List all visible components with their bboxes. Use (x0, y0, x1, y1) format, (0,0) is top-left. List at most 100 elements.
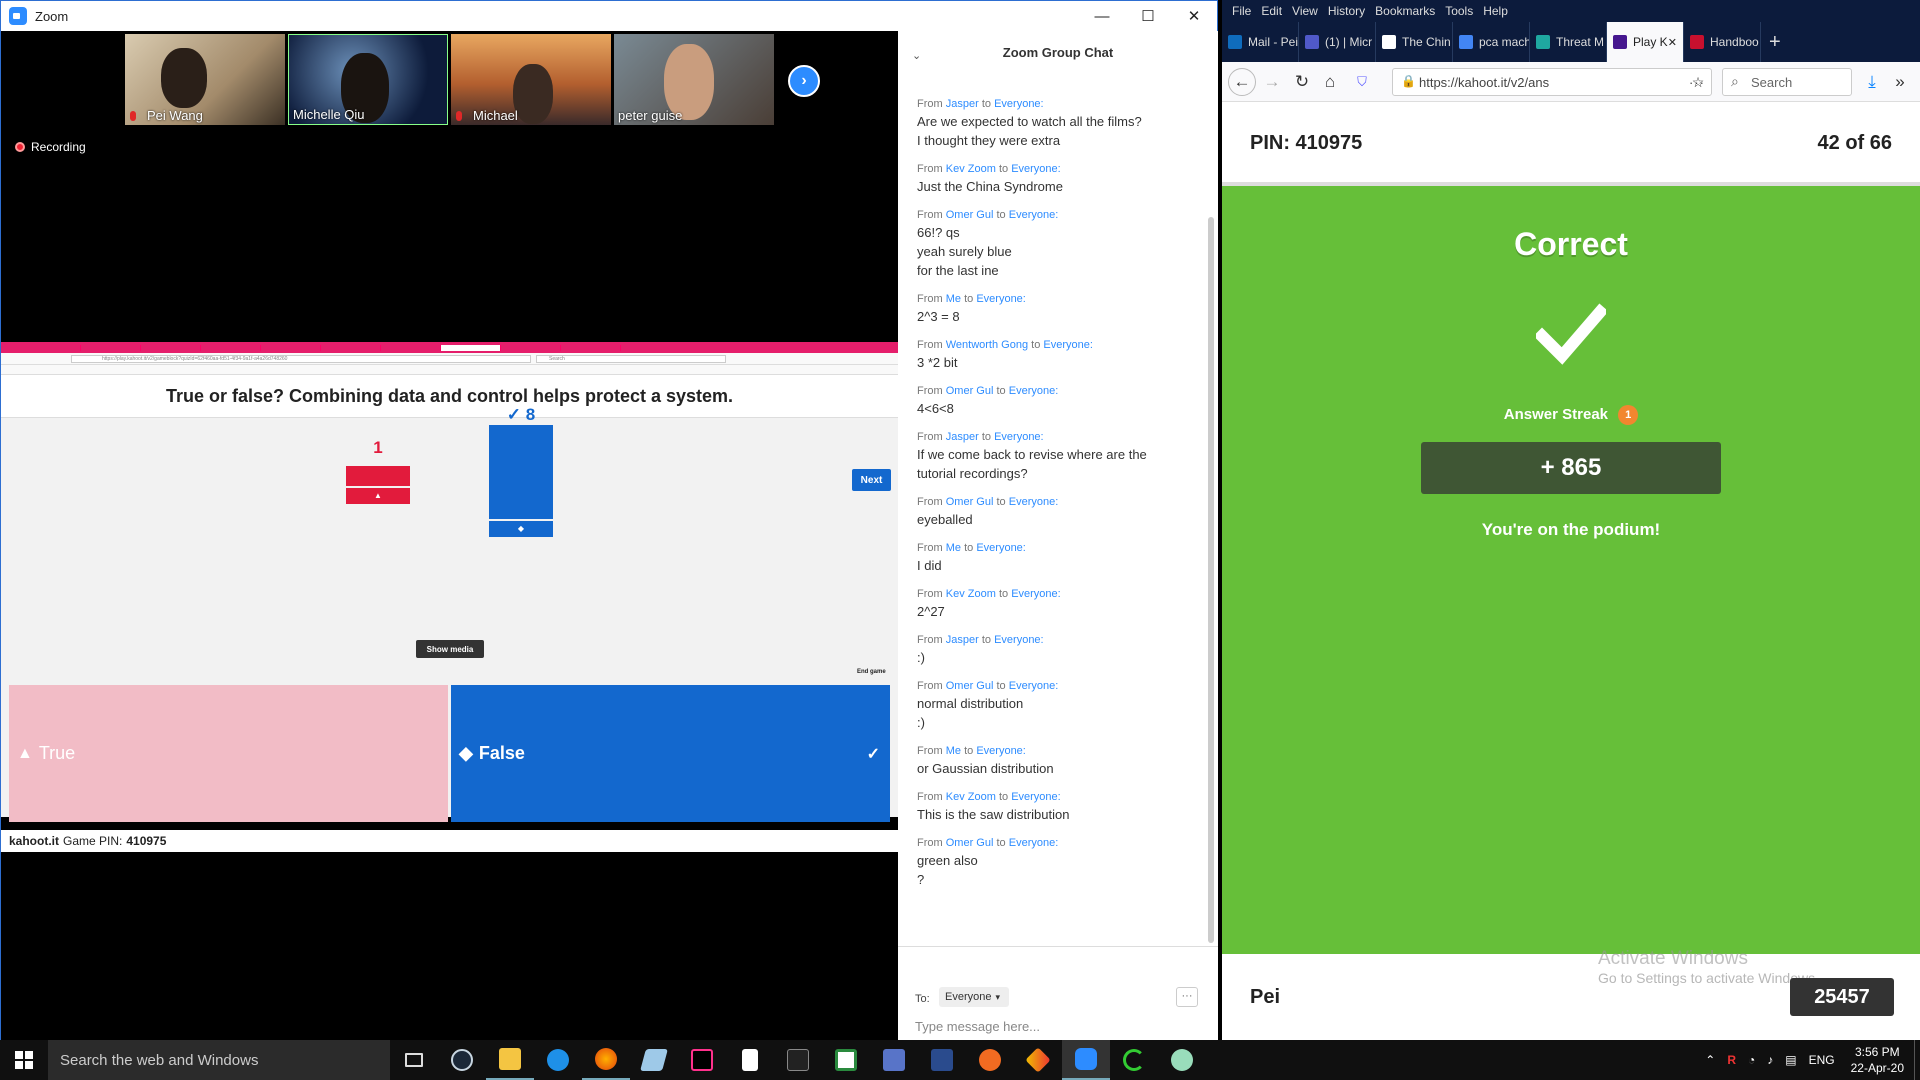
language-indicator[interactable]: ENG (1809, 1053, 1835, 1067)
document-icon[interactable] (726, 1040, 774, 1080)
orange-app-icon[interactable] (966, 1040, 1014, 1080)
menu-item-help[interactable]: Help (1483, 4, 1508, 18)
browser-tab[interactable]: The Chin (1376, 22, 1453, 62)
chat-header: Zoom Group Chat (1002, 45, 1114, 60)
show-desktop-button[interactable] (1914, 1040, 1920, 1080)
tab-label: Mail - Pei (1248, 35, 1299, 49)
spreadsheet-icon[interactable] (822, 1040, 870, 1080)
from-label: From (917, 496, 943, 508)
answer-true: ▲ True (9, 685, 448, 822)
chat-message: From Omer Gul to Everyone: normal distrib… (917, 679, 1187, 732)
url-bar[interactable]: 🔒 https://kahoot.it/v2/ans ··· (1392, 68, 1712, 96)
show-hidden-icons[interactable]: ⌃ (1705, 1053, 1715, 1067)
podium-message: You're on the podium! (1481, 520, 1661, 539)
steam-icon[interactable] (438, 1040, 486, 1080)
loading-app-icon[interactable] (1110, 1040, 1158, 1080)
chat-scrollbar[interactable] (1208, 217, 1214, 943)
shared-tab-strip: ​ ​ ​ ​ ​ ​ ​ ​ ​ ​ (1, 342, 898, 353)
notifications-icon[interactable]: ▤ (1785, 1053, 1796, 1067)
browser-tab[interactable]: Play K ✕ (1607, 22, 1684, 62)
browser-tab[interactable]: (1) | Micr (1299, 22, 1376, 62)
video-area: Pei Wang Michelle Qiu Michael peter guis… (1, 31, 898, 1041)
file-explorer-icon[interactable] (486, 1040, 534, 1080)
menu-item-view[interactable]: View (1292, 4, 1318, 18)
settings-app-icon[interactable] (1158, 1040, 1206, 1080)
participant-video[interactable]: peter guise (614, 34, 774, 125)
zoom-taskbar-icon[interactable] (1062, 1040, 1110, 1080)
search-box[interactable]: ⌕ Search (1722, 68, 1852, 96)
participant-name: Michelle Qiu (293, 107, 365, 122)
recipient-name: Everyone: (1011, 588, 1061, 600)
home-icon[interactable]: ⌂ (1316, 68, 1344, 96)
menu-item-edit[interactable]: Edit (1261, 4, 1282, 18)
sender-name: Me (945, 542, 962, 554)
reload-button[interactable]: ↻ (1288, 68, 1316, 96)
chat-message: From Omer Gul to Everyone: green also? (917, 836, 1187, 889)
participant-video[interactable]: Pei Wang (125, 34, 285, 125)
windows-logo-icon (15, 1051, 33, 1069)
tab-favicon-icon (1228, 35, 1242, 49)
volume-icon[interactable]: ♪ (1767, 1053, 1773, 1067)
download-icon[interactable]: ⤓ (1858, 68, 1886, 96)
false-results-bar: ✓ 8 ◆ (489, 405, 553, 537)
chat-message-meta: From Jasper to Everyone: (917, 633, 1187, 648)
menu-item-file[interactable]: File (1232, 4, 1251, 18)
message-input[interactable]: Type message here... (915, 1019, 1040, 1034)
git-icon[interactable] (1014, 1040, 1062, 1080)
zoom-logo-icon (9, 7, 27, 25)
app-icon[interactable] (630, 1040, 678, 1080)
sender-name: Omer Gul (945, 209, 994, 221)
overflow-icon[interactable]: » (1886, 68, 1914, 96)
menu-item-tools[interactable]: Tools (1445, 4, 1473, 18)
new-tab-button[interactable]: + (1769, 31, 1781, 54)
recipient-select[interactable]: Everyone ▾ (939, 987, 1009, 1007)
jetbrains-icon[interactable] (678, 1040, 726, 1080)
participant-video[interactable]: Michelle Qiu (288, 34, 448, 125)
network-app-icon[interactable] (870, 1040, 918, 1080)
recipient-name: Everyone: (1008, 837, 1059, 849)
editor-icon[interactable] (918, 1040, 966, 1080)
recipient-name: Everyone: (1011, 791, 1061, 803)
star-icon[interactable]: ☆ (1684, 68, 1712, 96)
shield-icon[interactable]: ⛉ (1348, 68, 1376, 96)
close-button[interactable]: ✕ (1171, 1, 1217, 31)
false-count: ✓ 8 (506, 405, 536, 424)
windows-start-button[interactable] (0, 1040, 48, 1080)
chat-message-meta: From Kev Zoom to Everyone: (917, 790, 1187, 805)
forward-button[interactable]: → (1258, 68, 1286, 96)
taskbar-search[interactable]: Search the web and Windows (48, 1040, 390, 1080)
browser-tab[interactable]: Mail - Pei (1222, 22, 1299, 62)
tray-app-icon[interactable]: R (1727, 1053, 1736, 1067)
shared-tab: ​ (561, 344, 621, 351)
participant-video[interactable]: Michael (451, 34, 611, 125)
chat-message-text: Are we expected to watch all the films? (917, 114, 1142, 129)
next-participants-button[interactable]: › (788, 65, 820, 97)
shared-bookmarks-bar (1, 365, 898, 375)
task-view-icon[interactable] (390, 1040, 438, 1080)
wifi-icon[interactable]: ◔ (1748, 1053, 1755, 1067)
browser-tab[interactable]: Handboo (1684, 22, 1761, 62)
close-tab-icon[interactable]: ✕ (1668, 36, 1677, 49)
chat-message-text: or Gaussian distribution (917, 761, 1054, 776)
back-button[interactable]: ← (1228, 68, 1256, 96)
muted-mic-icon (130, 111, 136, 121)
clock[interactable]: 3:56 PM 22-Apr-20 (1851, 1044, 1904, 1076)
sender-name: Wentworth Gong (945, 339, 1029, 351)
from-label: From (917, 98, 943, 110)
firefox-window: File Edit View History Bookmarks Tools Help Ma… (1222, 0, 1920, 1040)
menu-item-history[interactable]: History (1328, 4, 1365, 18)
terminal-icon[interactable] (774, 1040, 822, 1080)
browser-tab[interactable]: pca mach (1453, 22, 1530, 62)
sender-name: Omer Gul (945, 837, 994, 849)
sender-name: Kev Zoom (945, 588, 996, 600)
more-options-button[interactable]: ··· (1176, 987, 1198, 1007)
menu-item-bookmarks[interactable]: Bookmarks (1375, 4, 1435, 18)
chat-message-text: yeah surely blue (917, 244, 1012, 259)
minimize-button[interactable]: — (1079, 1, 1125, 31)
shared-tab: ​ (81, 344, 141, 351)
to-label: to (996, 209, 1006, 221)
firefox-icon[interactable] (582, 1040, 630, 1080)
maximize-button[interactable]: ☐ (1125, 1, 1171, 31)
edge-icon[interactable] (534, 1040, 582, 1080)
browser-tab[interactable]: Threat M (1530, 22, 1607, 62)
